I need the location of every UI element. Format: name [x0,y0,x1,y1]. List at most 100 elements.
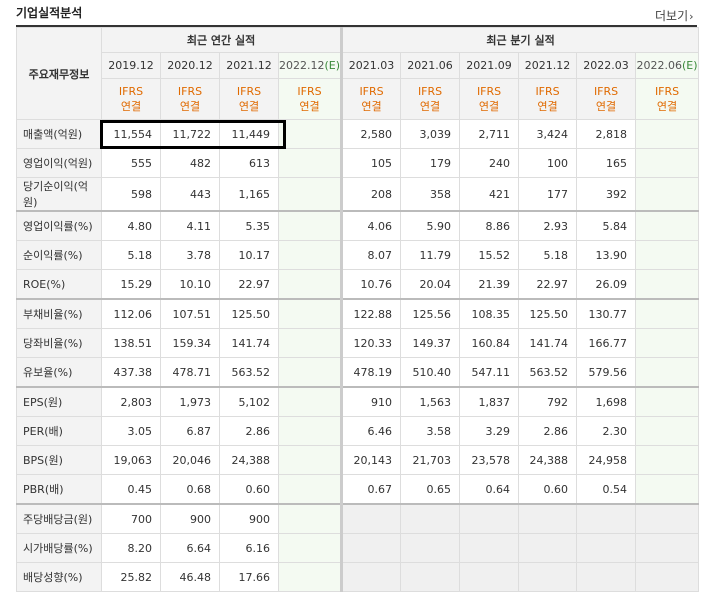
quarterly-period-header: 2021.06 [400,52,461,79]
period-label: 2021.06 [407,59,453,72]
quarterly-value-cell: 108.35 [459,298,520,329]
annual-value-cell: 482 [160,148,220,178]
period-label: 2020.12 [167,59,213,72]
financial-table: 주요재무정보 최근 연간 실적 최근 분기 실적 2019.12 2020.12 2… [16,27,700,592]
annual-value-cell: 0.45 [101,474,161,505]
quarterly-value-cell [635,562,700,592]
quarterly-value-cell: 130.77 [576,298,637,329]
row-label: PBR(배) [16,474,102,505]
quarterly-value-cell: 125.50 [518,298,578,329]
quarterly-value-cell: 3,039 [400,119,461,149]
quarterly-value-cell: 13.90 [576,240,637,270]
annual-value-cell: 0.60 [219,474,279,505]
annual-value-cell: 1,165 [219,177,279,212]
quarterly-value-cell: 5.84 [576,210,637,241]
quarterly-value-cell: 2,711 [459,119,520,149]
annual-value-cell: 24,388 [219,445,279,475]
row-label: ROE(%) [16,269,102,300]
quarterly-value-cell [635,177,700,212]
annual-value-cell: 46.48 [160,562,220,592]
annual-value-cell: 8.20 [101,533,161,563]
annual-value-cell [277,148,343,178]
table-row: 영업이익(억원) 555 482 613 105 179 240 100 165 [16,148,700,178]
estimate-mark: (E) [682,59,698,72]
quarterly-value-cell: 100 [518,148,578,178]
quarterly-value-cell [518,562,578,592]
annual-value-cell [277,474,343,505]
quarterly-value-cell [576,562,637,592]
quarterly-value-cell: 510.40 [400,357,461,388]
quarterly-value-cell [576,503,637,534]
annual-value-cell: 555 [101,148,161,178]
quarterly-value-cell: 563.52 [518,357,578,388]
annual-value-cell [277,210,343,241]
quarterly-value-cell [340,503,402,534]
quarterly-value-cell: 23,578 [459,445,520,475]
annual-group-header: 최근 연간 실적 [100,27,343,53]
quarterly-value-cell: 166.77 [576,328,637,358]
ifrs-label: IFRS 연결 [219,78,279,120]
quarterly-period-header: 2022.03 [576,52,637,79]
row-label: 시가배당률(%) [16,533,102,563]
quarterly-value-cell: 421 [459,177,520,212]
row-label: 당기순이익(억원) [16,177,102,212]
period-label: 2022.03 [583,59,629,72]
quarterly-period-header: 2021.12 [518,52,578,79]
annual-value-cell: 6.64 [160,533,220,563]
quarterly-value-cell [635,416,700,446]
ifrs-label: IFRS 연결 [160,78,220,120]
quarterly-value-cell [459,562,520,592]
quarterly-value-cell [635,328,700,358]
row-label: 당좌비율(%) [16,328,102,358]
annual-period-header: 2021.12 [219,52,279,79]
ifrs-label: IFRS 연결 [459,78,520,120]
quarterly-value-cell [400,533,461,563]
annual-value-cell: 22.97 [219,269,279,300]
table-row: 주당배당금(원) 700 900 900 [16,503,700,534]
period-label: 2021.03 [348,59,395,72]
quarterly-value-cell: 122.88 [340,298,402,329]
quarterly-value-cell: 149.37 [400,328,461,358]
quarterly-value-cell [459,503,520,534]
table-row: 유보율(%) 437.38 478.71 563.52 478.19 510.40 547.… [16,357,700,388]
quarterly-value-cell [459,533,520,563]
quarterly-value-cell: 478.19 [340,357,402,388]
annual-value-cell: 5,102 [219,386,279,417]
annual-value-cell: 5.18 [101,240,161,270]
annual-value-cell: 107.51 [160,298,220,329]
annual-value-cell: 6.16 [219,533,279,563]
row-label: 유보율(%) [16,357,102,388]
quarterly-value-cell: 24,388 [518,445,578,475]
quarterly-value-cell: 21,703 [400,445,461,475]
row-label: PER(배) [16,416,102,446]
period-label: 2022.06 [636,59,683,72]
annual-value-cell [277,562,343,592]
annual-value-cell: 700 [101,503,161,534]
quarterly-value-cell: 0.64 [459,474,520,505]
chevron-right-icon: › [689,10,694,23]
quarterly-value-cell: 120.33 [340,328,402,358]
annual-value-cell: 6.87 [160,416,220,446]
annual-value-cell: 2.86 [219,416,279,446]
quarterly-value-cell: 11.79 [400,240,461,270]
more-link[interactable]: 더보기› [655,7,694,24]
quarterly-value-cell: 141.74 [518,328,578,358]
period-label: 2021.09 [466,59,512,72]
revenue-annual-highlight-box [100,120,286,149]
row-label: 매출액(억원) [16,119,102,149]
row-label: 순이익률(%) [16,240,102,270]
annual-value-cell: 19,063 [101,445,161,475]
quarterly-value-cell [400,562,461,592]
quarterly-value-cell [635,240,700,270]
annual-value-cell [277,298,343,329]
annual-value-cell [277,357,343,388]
quarterly-value-cell: 910 [340,386,402,417]
quarterly-value-cell: 125.56 [400,298,461,329]
table-row: PBR(배) 0.45 0.68 0.60 0.67 0.65 0.64 0.60 0.54 [16,474,700,505]
quarterly-value-cell: 26.09 [576,269,637,300]
quarterly-value-cell [635,269,700,300]
ifrs-label: IFRS 연결 [400,78,461,120]
quarterly-value-cell [635,148,700,178]
row-label: 주당배당금(원) [16,503,102,534]
quarterly-value-cell [518,503,578,534]
